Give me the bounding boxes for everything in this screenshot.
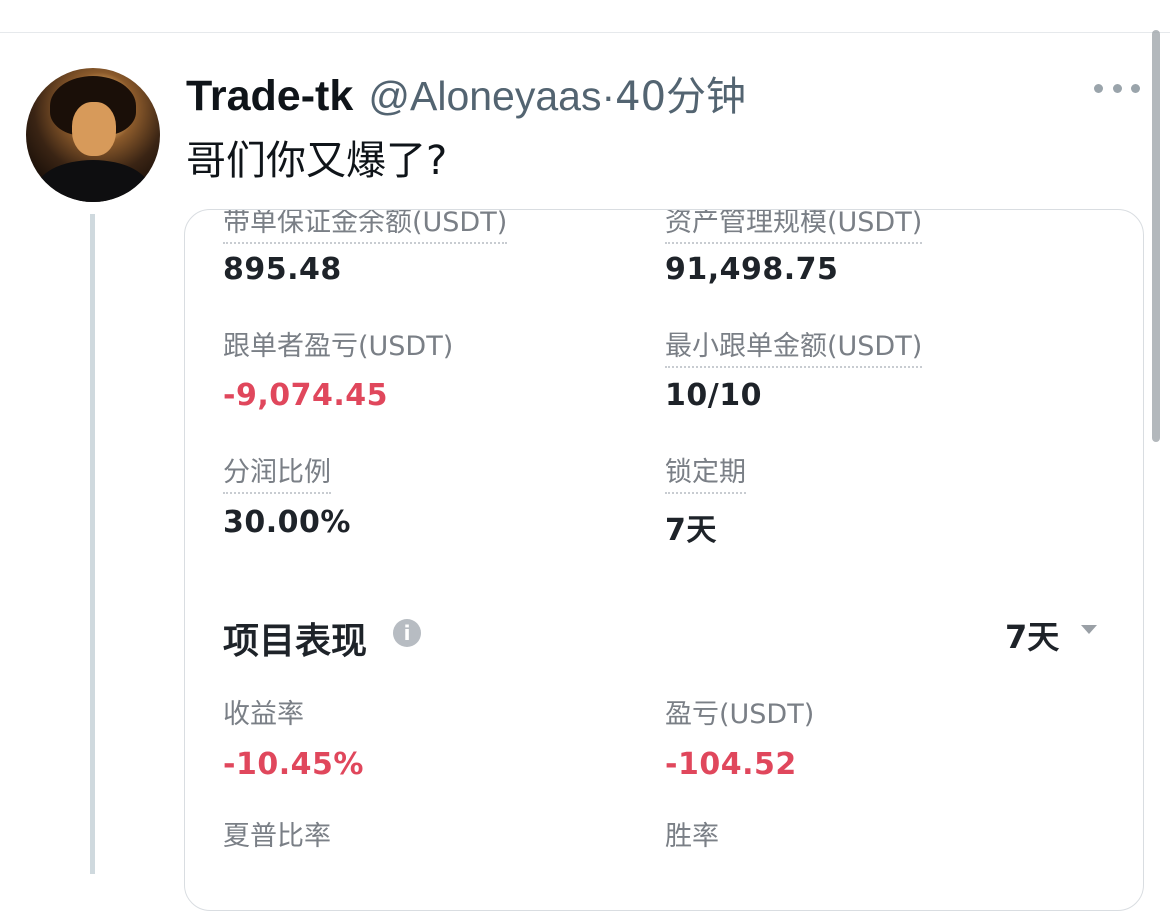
label-profit-share: 分润比例	[223, 450, 331, 494]
label-return-rate: 收益率	[223, 699, 304, 730]
value-margin-balance: 895.48	[223, 252, 342, 287]
display-name[interactable]: Trade-tk	[186, 72, 353, 120]
label-aum: 资产管理规模(USDT)	[665, 210, 923, 244]
period-dropdown[interactable]: 7天	[1005, 612, 1059, 658]
section-title-performance: 项目表现	[223, 621, 368, 662]
value-lock-period: 7天	[665, 513, 717, 548]
value-return-rate: -10.45%	[223, 747, 364, 782]
label-sharpe-ratio: 夏普比率	[223, 821, 331, 852]
value-follower-pnl: -9,074.45	[223, 378, 388, 413]
tweet-author: Trade-tk @Aloneyaas·40分钟	[186, 64, 746, 122]
value-profit-share: 30.00%	[223, 505, 351, 540]
more-horizontal-icon	[1094, 83, 1103, 93]
more-options-button[interactable]	[1094, 76, 1140, 100]
label-pnl: 盈亏(USDT)	[665, 699, 815, 730]
value-pnl: -104.52	[665, 747, 797, 782]
avatar[interactable]	[26, 68, 160, 202]
scrollbar[interactable]	[1152, 30, 1160, 442]
value-aum: 91,498.75	[665, 252, 839, 287]
label-lock-period: 锁定期	[665, 450, 746, 494]
tweet-text: 哥们你又爆了?	[186, 138, 448, 184]
label-min-copy-amount: 最小跟单金额(USDT)	[665, 324, 923, 368]
top-divider	[0, 32, 1170, 33]
separator-dot: ·	[601, 73, 616, 119]
user-handle[interactable]: @Aloneyaas	[368, 73, 601, 119]
info-icon[interactable]: i	[393, 619, 421, 647]
media-card[interactable]: 带单保证金余额(USDT) 895.48 资产管理规模(USDT) 91,498…	[184, 209, 1144, 911]
label-margin-balance: 带单保证金余额(USDT)	[223, 210, 508, 244]
label-win-rate: 胜率	[665, 821, 719, 852]
timestamp[interactable]: 40分钟	[615, 74, 746, 120]
value-min-copy-amount: 10/10	[665, 378, 762, 413]
label-follower-pnl: 跟单者盈亏(USDT)	[223, 331, 454, 362]
thread-line	[90, 214, 95, 874]
chevron-down-icon[interactable]	[1081, 625, 1097, 634]
